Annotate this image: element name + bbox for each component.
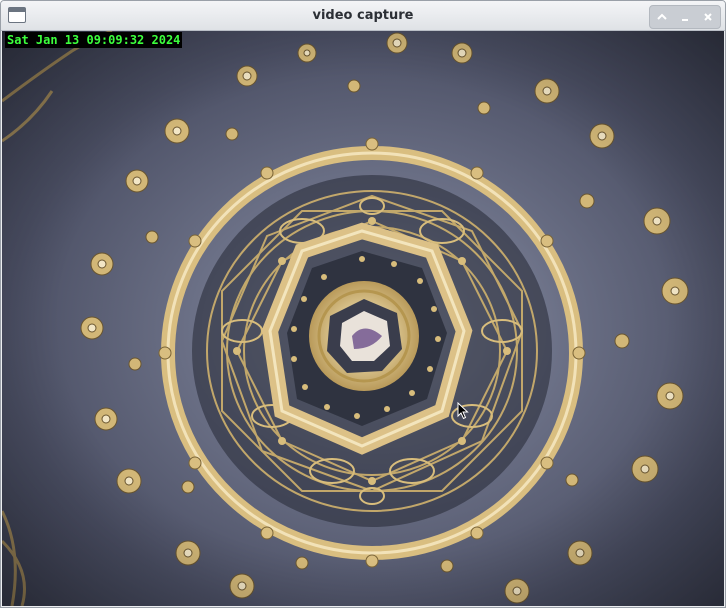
close-icon: [704, 13, 713, 21]
minimize-icon: [681, 19, 688, 21]
mouse-pointer-icon: [457, 402, 469, 420]
minimize-button[interactable]: [676, 8, 694, 26]
video-frame: Sat Jan 13 09:09:32 2024: [2, 31, 724, 606]
timestamp-overlay: Sat Jan 13 09:09:32 2024: [5, 32, 183, 48]
close-button[interactable]: [699, 8, 717, 26]
chevron-up-icon: [656, 13, 667, 20]
video-capture-window: video capture Sat Jan 13 09:09:32 2024: [0, 0, 726, 608]
window-title: video capture: [312, 8, 414, 23]
maximize-button[interactable]: [653, 8, 671, 26]
title-bar[interactable]: video capture: [1, 1, 725, 31]
fractal-image: [2, 31, 724, 606]
window-controls: [649, 5, 721, 29]
